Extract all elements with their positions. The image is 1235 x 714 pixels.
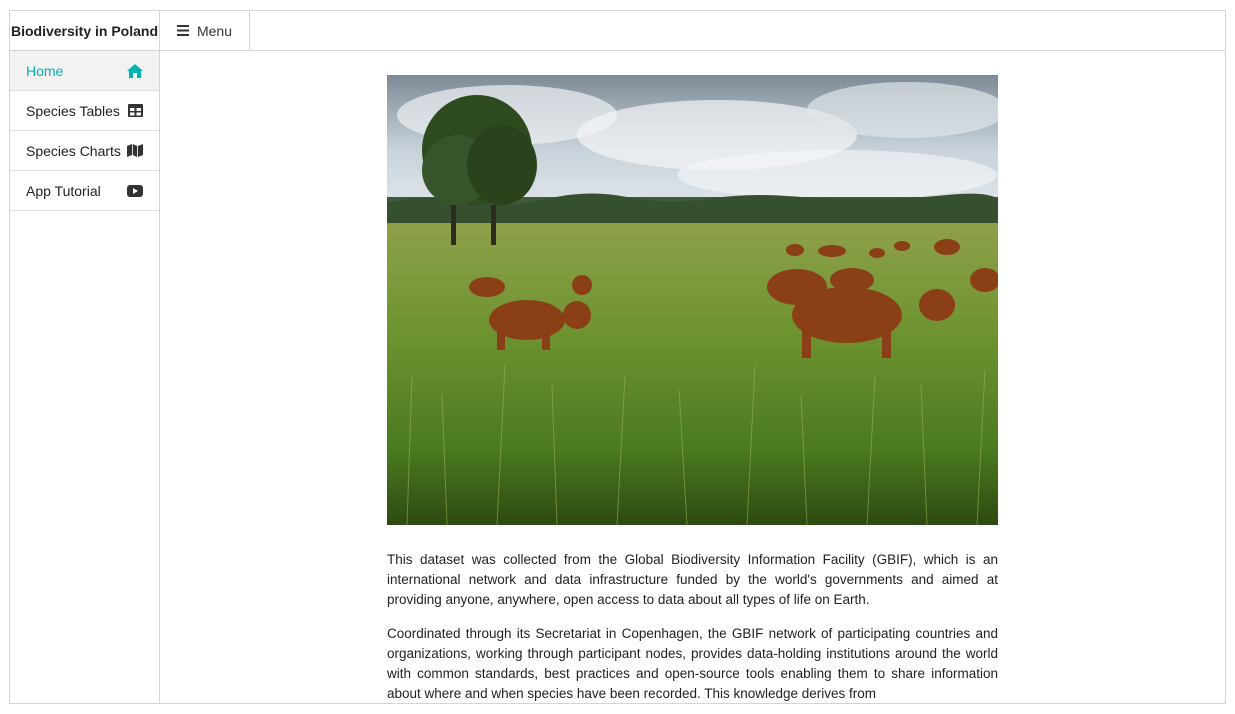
app-frame: Biodiversity in Poland Menu Home Species… [9, 10, 1226, 704]
table-icon [128, 104, 143, 117]
hamburger-icon [176, 25, 189, 36]
menu-button[interactable]: Menu [160, 11, 250, 50]
sidebar-item-label: Home [26, 62, 64, 79]
menu-label: Menu [196, 22, 233, 39]
sidebar-item-label: Species Tables [26, 102, 120, 119]
sidebar: Home Species Tables Species Charts App T… [10, 51, 160, 703]
sidebar-item-species-charts[interactable]: Species Charts [10, 131, 159, 171]
sidebar-item-species-tables[interactable]: Species Tables [10, 91, 159, 131]
sidebar-item-label: App Tutorial [26, 182, 101, 199]
paragraph: This dataset was collected from the Glob… [387, 552, 998, 607]
home-icon [127, 63, 143, 78]
landscape-photo [387, 75, 998, 525]
map-icon [127, 144, 143, 157]
sidebar-item-app-tutorial[interactable]: App Tutorial [10, 171, 159, 211]
paragraph: Coordinated through its Secretariat in C… [387, 626, 998, 701]
sidebar-item-home[interactable]: Home [10, 51, 159, 91]
intro-text: This dataset was collected from the Glob… [387, 550, 998, 703]
sidebar-item-label: Species Charts [26, 142, 121, 159]
top-bar: Biodiversity in Poland Menu [10, 11, 1225, 51]
youtube-icon [127, 184, 143, 197]
main-content: This dataset was collected from the Glob… [160, 51, 1225, 703]
app-title: Biodiversity in Poland [10, 11, 160, 50]
